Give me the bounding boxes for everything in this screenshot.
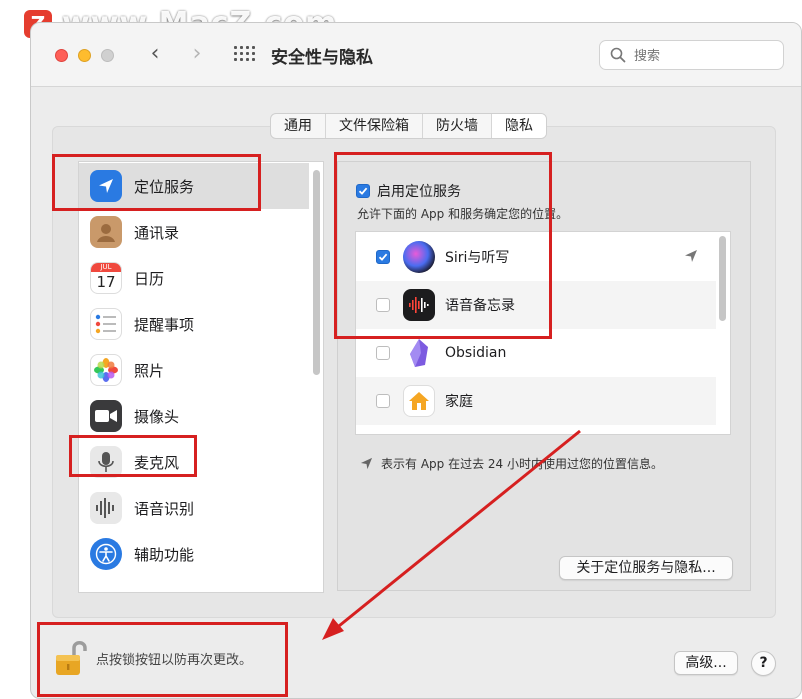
microphone-icon [90, 446, 122, 478]
sidebar-item-label: 通讯录 [134, 223, 180, 242]
location-description: 允许下面的 App 和服务确定您的位置。 [357, 207, 569, 221]
home-icon [403, 385, 435, 417]
sidebar-item-label: 麦克风 [134, 453, 180, 472]
back-chevron-icon[interactable]: ‹ [143, 41, 167, 66]
tab-filevault[interactable]: 文件保险箱 [326, 114, 423, 138]
app-name: 语音备忘录 [445, 298, 515, 314]
app-row-home: 家庭 [356, 377, 716, 425]
sidebar-item-reminders[interactable]: 提醒事项 [79, 301, 309, 347]
tab-privacy[interactable]: 隐私 [492, 114, 546, 138]
window-title: 安全性与隐私 [271, 48, 373, 68]
siri-icon [403, 241, 435, 273]
sidebar-item-label: 语音识别 [134, 499, 195, 518]
search-input[interactable] [634, 46, 774, 66]
sidebar-item-camera[interactable]: 摄像头 [79, 393, 309, 439]
app-row-obsidian: Obsidian [356, 329, 716, 377]
sidebar-item-label: 辅助功能 [134, 545, 195, 564]
app-checkbox-siri[interactable] [376, 250, 390, 264]
recent-use-note: 表示有 App 在过去 24 小时内使用过您的位置信息。 [360, 455, 663, 472]
sidebar-item-speech-recognition[interactable]: 语音识别 [79, 485, 309, 531]
sidebar-item-contacts[interactable]: 通讯录 [79, 209, 309, 255]
app-checkbox-home[interactable] [376, 394, 390, 408]
advanced-button[interactable]: 高级... [674, 651, 738, 675]
title-bar: ‹ › 安全性与隐私 [31, 23, 801, 87]
recent-use-note-text: 表示有 App 在过去 24 小时内使用过您的位置信息。 [381, 457, 663, 471]
sidebar-item-photos[interactable]: 照片 [79, 347, 309, 393]
search-field[interactable] [599, 40, 784, 70]
app-row-voice-memos: 语音备忘录 [356, 281, 716, 329]
sidebar-scrollbar[interactable] [313, 170, 320, 375]
camera-icon [90, 400, 122, 432]
obsidian-icon [403, 337, 435, 369]
speech-recognition-icon [90, 492, 122, 524]
calendar-day: 17 [96, 273, 116, 291]
app-name: 家庭 [445, 394, 473, 410]
app-name: Siri与听写 [445, 250, 510, 266]
zoom-window-button[interactable] [101, 49, 114, 62]
tab-general[interactable]: 通用 [271, 114, 326, 138]
help-button[interactable]: ? [751, 651, 776, 676]
location-used-arrow-icon [685, 250, 697, 262]
voice-memos-icon [403, 289, 435, 321]
calendar-icon: JUL 17 [90, 262, 122, 294]
app-list-scrollbar[interactable] [719, 236, 726, 321]
show-all-grid-icon[interactable] [234, 46, 255, 64]
tab-bar: 通用 文件保险箱 防火墙 隐私 [270, 113, 547, 139]
sidebar-item-label: 提醒事项 [134, 315, 195, 334]
close-window-button[interactable] [55, 49, 68, 62]
app-checkbox-obsidian[interactable] [376, 346, 390, 360]
enable-location-row[interactable]: 启用定位服务 [356, 181, 461, 201]
forward-chevron-icon[interactable]: › [185, 41, 209, 66]
calendar-month: JUL [91, 263, 121, 272]
unlocked-padlock-icon[interactable] [54, 638, 88, 678]
sidebar-item-calendar[interactable]: JUL 17 日历 [79, 255, 309, 301]
location-arrow-icon [90, 170, 122, 202]
sidebar-item-label: 照片 [134, 361, 165, 380]
sidebar-item-label: 定位服务 [134, 177, 195, 196]
app-checkbox-voice-memos[interactable] [376, 298, 390, 312]
privacy-sidebar: 定位服务 通讯录 JUL 17 日历 提醒事项 照片 摄像头 麦克风 语音识别 … [78, 161, 324, 593]
enable-location-label: 启用定位服务 [377, 184, 461, 200]
sidebar-item-microphone[interactable]: 麦克风 [79, 439, 309, 485]
minimize-window-button[interactable] [78, 49, 91, 62]
sidebar-item-label: 摄像头 [134, 407, 180, 426]
sidebar-item-label: 日历 [134, 269, 165, 288]
app-name: Obsidian [445, 345, 507, 361]
about-location-privacy-button[interactable]: 关于定位服务与隐私... [559, 556, 733, 580]
accessibility-icon [90, 538, 122, 570]
contacts-icon [90, 216, 122, 248]
location-arrow-small-icon [360, 457, 373, 470]
sidebar-item-accessibility[interactable]: 辅助功能 [79, 531, 309, 577]
app-row-siri: Siri与听写 [356, 233, 716, 281]
tab-firewall[interactable]: 防火墙 [423, 114, 492, 138]
search-icon [610, 47, 626, 63]
lock-area[interactable]: 点按锁按钮以防再次更改。 [54, 638, 252, 678]
enable-location-checkbox[interactable] [356, 184, 370, 198]
lock-hint-label: 点按锁按钮以防再次更改。 [96, 652, 253, 668]
sidebar-item-location-services[interactable]: 定位服务 [79, 163, 309, 209]
location-app-list: Siri与听写 语音备忘录 Obsidian 家庭 [355, 231, 731, 435]
reminders-icon [90, 308, 122, 340]
photos-icon [90, 354, 122, 386]
